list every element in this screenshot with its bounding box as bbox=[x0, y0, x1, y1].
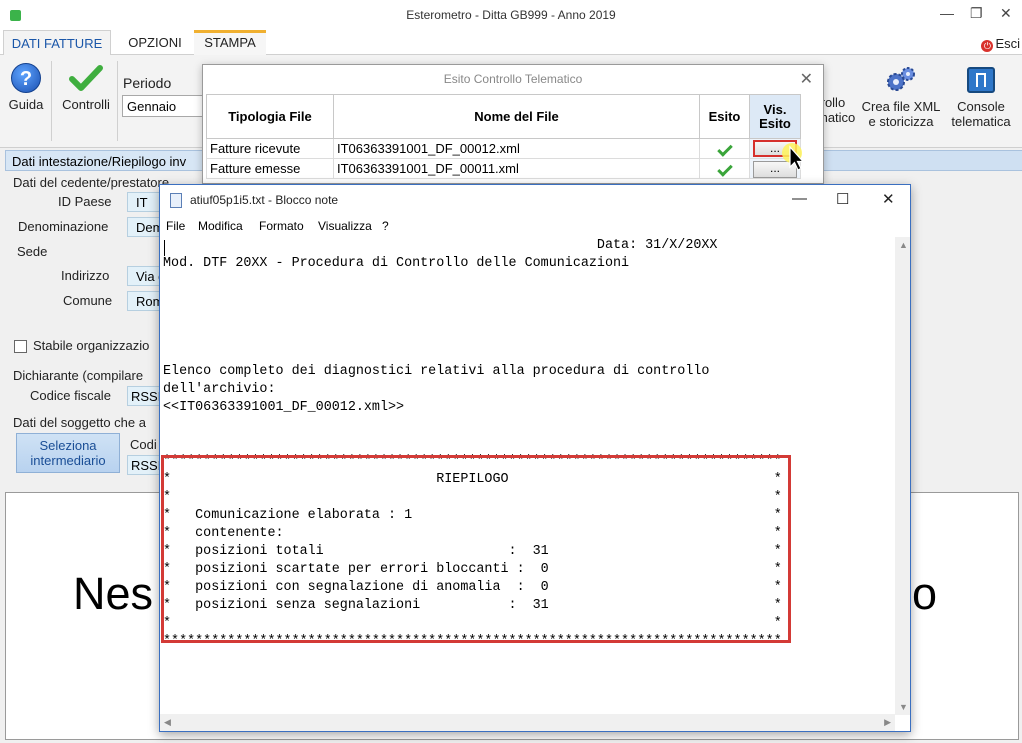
notepad-window: atiuf05p1i5.txt - Blocco note — ☐ ✕ File… bbox=[159, 184, 911, 732]
soggetto-group-label: Dati del soggetto che a bbox=[13, 415, 146, 430]
console-telematica-button[interactable]: Console telematica bbox=[945, 65, 1017, 129]
tab-stampa[interactable]: STAMPA bbox=[194, 30, 266, 55]
row-nome-file: IT06363391001_DF_00012.xml bbox=[333, 138, 700, 159]
console-label-2: telematica bbox=[951, 114, 1011, 129]
text-caret bbox=[164, 240, 165, 256]
col-vis-esito[interactable]: Vis. Esito bbox=[749, 94, 801, 139]
window-title: Esterometro - Ditta GB999 - Anno 2019 bbox=[406, 8, 616, 22]
codice-fiscale-field[interactable]: RSSN bbox=[127, 386, 161, 406]
id-paese-field[interactable]: IT bbox=[127, 192, 161, 212]
table-header-row: Tipologia File Nome del File Esito Vis. … bbox=[206, 94, 801, 139]
seleziona-label-1: Seleziona bbox=[39, 438, 97, 453]
controlli-button[interactable]: Controlli bbox=[56, 63, 116, 112]
horizontal-scrollbar[interactable]: ◀ ▶ bbox=[160, 714, 895, 731]
crea-file-xml-button[interactable]: Crea file XML e storicizza bbox=[860, 65, 942, 129]
help-icon: ? bbox=[11, 63, 41, 93]
indirizzo-field[interactable]: Via d bbox=[127, 266, 161, 286]
table-row[interactable]: Fatture emesse IT06363391001_DF_00011.xm… bbox=[206, 158, 801, 179]
mouse-cursor-icon bbox=[782, 143, 805, 171]
riepilogo-highlight bbox=[161, 455, 791, 643]
notepad-title: atiuf05p1i5.txt - Blocco note bbox=[190, 193, 339, 207]
ribbon-separator bbox=[51, 61, 52, 141]
close-icon[interactable]: ✕ bbox=[1000, 5, 1012, 22]
exit-label: Esci bbox=[995, 36, 1020, 51]
stabile-label: Stabile organizzazio bbox=[33, 338, 150, 353]
esito-ok-icon bbox=[716, 161, 733, 177]
vis-header-2: Esito bbox=[759, 115, 791, 131]
crea-label-2: e storicizza bbox=[868, 114, 934, 129]
periodo-label: Periodo bbox=[123, 75, 172, 91]
notepad-titlebar: atiuf05p1i5.txt - Blocco note — ☐ ✕ bbox=[160, 185, 910, 216]
comune-field[interactable]: Rom bbox=[127, 291, 161, 311]
tab-opzioni[interactable]: OPZIONI bbox=[116, 30, 194, 55]
app-titlebar: Esterometro - Ditta GB999 - Anno 2019 — … bbox=[0, 0, 1022, 30]
help-button[interactable]: ? Guida bbox=[4, 63, 48, 112]
empty-message-left: Nes bbox=[73, 568, 154, 619]
col-nome-file[interactable]: Nome del File bbox=[333, 94, 700, 139]
codice-intermediario-label: Codi bbox=[130, 437, 157, 452]
denominazione-label: Denominazione bbox=[18, 219, 109, 234]
scroll-right-icon[interactable]: ▶ bbox=[884, 717, 891, 728]
scroll-down-icon[interactable]: ▼ bbox=[899, 702, 908, 712]
row-tipologia: Fatture emesse bbox=[206, 158, 334, 179]
help-label: Guida bbox=[8, 97, 44, 112]
row-esito bbox=[699, 158, 750, 179]
console-label-1: Console bbox=[957, 99, 1005, 114]
tab-dati-intestazione[interactable]: Dati intestazione/Riepilogo inv bbox=[5, 150, 205, 171]
esito-controllo-dialog: Esito Controllo Telematico ✕ Tipologia F… bbox=[202, 64, 824, 184]
controlli-label: Controlli bbox=[62, 97, 110, 112]
minimize-icon[interactable]: — bbox=[940, 5, 954, 21]
notepad-close-icon[interactable]: ✕ bbox=[882, 190, 895, 208]
notepad-icon bbox=[170, 193, 182, 208]
console-icon bbox=[967, 67, 995, 93]
exit-button[interactable]: ⏻ Esci bbox=[981, 36, 1020, 52]
restore-icon[interactable]: ❐ bbox=[970, 5, 983, 22]
dialog-close-icon[interactable]: ✕ bbox=[800, 69, 813, 89]
esito-table: Tipologia File Nome del File Esito Vis. … bbox=[206, 94, 801, 179]
periodo-select[interactable]: Gennaio bbox=[122, 95, 204, 117]
stabile-organizzazione-checkbox[interactable] bbox=[14, 340, 27, 353]
vis-header-1: Vis. bbox=[763, 101, 787, 117]
denominazione-field[interactable]: Dem bbox=[127, 217, 161, 237]
sede-label: Sede bbox=[17, 244, 48, 259]
menu-modifica[interactable]: Modifica bbox=[198, 219, 243, 233]
dichiarante-group-label: Dichiarante (compilare bbox=[13, 368, 144, 383]
id-paese-label: ID Paese bbox=[58, 194, 112, 209]
seleziona-intermediario-button[interactable]: Seleziona intermediario bbox=[16, 433, 120, 473]
col-tipologia[interactable]: Tipologia File bbox=[206, 94, 334, 139]
scroll-up-icon[interactable]: ▲ bbox=[899, 240, 908, 250]
menu-file[interactable]: File bbox=[166, 219, 185, 233]
scroll-left-icon[interactable]: ◀ bbox=[164, 717, 171, 728]
checkmark-icon bbox=[69, 65, 103, 91]
comune-label: Comune bbox=[63, 293, 113, 308]
tab-dati-fatture[interactable]: DATI FATTURE bbox=[3, 30, 111, 56]
table-row[interactable]: Fatture ricevute IT06363391001_DF_00012.… bbox=[206, 138, 801, 159]
notepad-menubar: File Modifica Formato Visualizza ? bbox=[160, 216, 910, 237]
indirizzo-label: Indirizzo bbox=[61, 268, 110, 283]
menu-formato[interactable]: Formato bbox=[259, 219, 304, 233]
row-tipologia: Fatture ricevute bbox=[206, 138, 334, 159]
cedente-group-label: Dati del cedente/prestatore bbox=[13, 175, 170, 190]
notepad-maximize-icon[interactable]: ☐ bbox=[836, 190, 849, 208]
seleziona-label-2: intermediario bbox=[30, 453, 106, 468]
codice-intermediario-field[interactable]: RSSN bbox=[127, 455, 161, 475]
vertical-scrollbar[interactable]: ▲ ▼ bbox=[895, 237, 910, 715]
ribbon-separator bbox=[117, 61, 118, 141]
esito-ok-icon bbox=[716, 141, 733, 157]
ribbon-tab-bar: DATI FATTURE OPZIONI STAMPA bbox=[0, 30, 1022, 56]
crea-label-1: Crea file XML bbox=[861, 99, 941, 114]
menu-visualizza[interactable]: Visualizza bbox=[318, 219, 372, 233]
power-icon: ⏻ bbox=[981, 40, 994, 52]
gears-icon bbox=[884, 65, 918, 95]
dialog-title: Esito Controllo Telematico bbox=[443, 72, 583, 86]
notepad-minimize-icon[interactable]: — bbox=[792, 190, 807, 207]
menu-help[interactable]: ? bbox=[382, 219, 389, 233]
row-esito bbox=[699, 138, 750, 159]
codice-fiscale-label: Codice fiscale bbox=[30, 388, 111, 403]
col-esito[interactable]: Esito bbox=[699, 94, 750, 139]
section-tab-strip bbox=[822, 150, 1022, 171]
row-nome-file: IT06363391001_DF_00011.xml bbox=[333, 158, 700, 179]
